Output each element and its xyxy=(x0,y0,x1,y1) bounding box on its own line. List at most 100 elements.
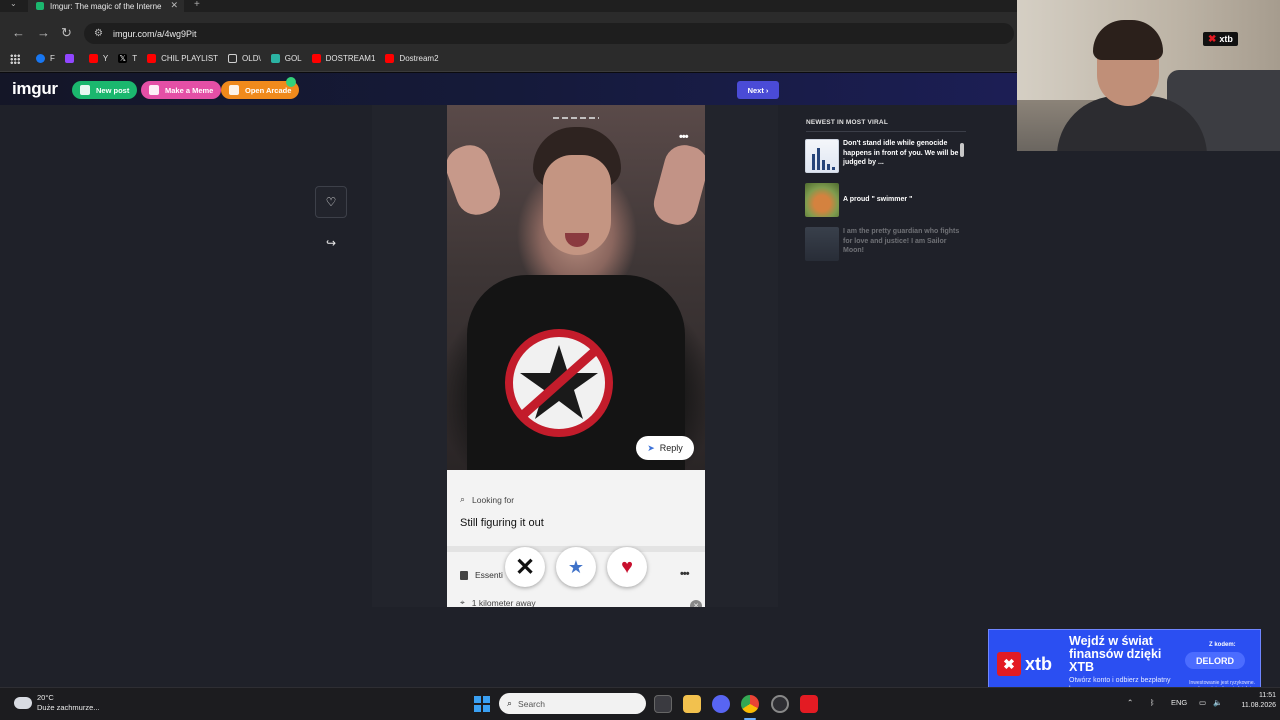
imgur-logo[interactable]: imgur xyxy=(12,79,58,99)
dismiss-icon[interactable]: ✕ xyxy=(690,600,702,607)
imgur-page: imgur New post Make a Meme Open Arcade N… xyxy=(0,73,1280,687)
next-label: Next xyxy=(747,85,764,95)
distance-label: ⌖ 1 kilometer away xyxy=(460,597,536,607)
bookmark-dostream2[interactable]: Dostream2 xyxy=(385,54,439,63)
profile-photo: ••• ➤ Reply xyxy=(447,105,705,475)
taskbar-search[interactable]: ⌕ Search xyxy=(499,693,646,714)
weather-condition: Duże zachmurze... xyxy=(37,703,100,712)
chevron-right-icon: › xyxy=(765,85,769,95)
x-logo-icon: 𝕏 xyxy=(118,54,128,63)
bookmark-youtube[interactable]: Y xyxy=(88,54,109,63)
bar-chart-icon xyxy=(812,148,835,170)
tab-title: Imgur: The magic of the Interne xyxy=(50,1,162,11)
tray-chevron-up-icon[interactable]: ⌃ xyxy=(1127,698,1133,707)
obs-icon[interactable] xyxy=(771,695,789,713)
system-clock[interactable]: 11:51 11.08.2026 xyxy=(1232,691,1276,711)
facebook-icon xyxy=(36,54,45,63)
bookmark-chil-playlist[interactable]: CHIL PLAYLIST xyxy=(147,54,218,63)
share-button[interactable]: ↪ xyxy=(315,227,347,259)
viral-post-title: A proud " swimmer " xyxy=(843,196,913,203)
location-pin-icon: ⌖ xyxy=(460,597,465,607)
essentials-more-icon[interactable]: ••• xyxy=(680,568,690,580)
weather-temperature: 20°C xyxy=(37,693,54,702)
viral-post-title: Don't stand idle while genocide happens … xyxy=(843,140,959,166)
new-post-label: New post xyxy=(96,85,130,95)
make-meme-button[interactable]: Make a Meme xyxy=(141,81,222,99)
viral-post-item[interactable]: A proud " swimmer " xyxy=(805,183,965,217)
task-view-icon[interactable] xyxy=(654,695,672,713)
essentials-label: Essenti xyxy=(460,570,503,580)
chrome-icon[interactable] xyxy=(741,695,759,713)
reload-icon[interactable]: ↻ xyxy=(61,26,72,39)
reply-button[interactable]: ➤ Reply xyxy=(636,436,694,460)
partly-cloudy-icon xyxy=(11,692,32,709)
language-indicator[interactable]: ENG xyxy=(1171,698,1187,707)
search-icon: ⌕ xyxy=(507,698,513,708)
bookmark-x[interactable]: 𝕏T xyxy=(118,54,137,63)
viral-post-thumbnail xyxy=(805,183,839,217)
gol-icon xyxy=(270,54,280,63)
ad-promo-code: DELORD xyxy=(1185,652,1245,669)
bookmark-label: Y xyxy=(102,54,109,63)
dislike-button[interactable]: ✕ xyxy=(505,547,545,587)
xtb-x-icon: ✖ xyxy=(997,652,1021,676)
taskbar-search-label: Search xyxy=(518,698,545,709)
favorite-heart-button[interactable]: ♡ xyxy=(315,186,347,218)
like-button[interactable]: ♥ xyxy=(607,547,647,587)
youtube-icon xyxy=(385,54,395,63)
back-arrow-icon[interactable]: ← xyxy=(12,26,25,39)
post-image[interactable]: ••• ➤ Reply ⌕ Looking for Still figuring i… xyxy=(447,105,705,607)
volume-icon[interactable]: 🔈 xyxy=(1213,698,1222,707)
tray-bluetooth-icon[interactable]: ᛒ xyxy=(1150,698,1155,707)
new-post-button[interactable]: New post xyxy=(72,81,138,99)
clock-time: 11:51 xyxy=(1259,692,1276,699)
new-tab-button[interactable]: + xyxy=(194,0,200,10)
network-icon[interactable]: ▭ xyxy=(1199,698,1206,707)
sidebar-scrollbar[interactable] xyxy=(960,143,964,157)
ad-headline: Wejdź w świat finansów dzięki XTB xyxy=(1069,634,1162,674)
shirt-emblem-icon xyxy=(505,329,613,437)
super-like-button[interactable]: ★ xyxy=(556,547,596,587)
search-icon: ⌕ xyxy=(460,494,466,504)
gamepad-icon xyxy=(229,85,239,95)
bookmark-twitch[interactable] xyxy=(64,54,79,63)
webcam-overlay: ✖ xtb xyxy=(1017,0,1280,151)
viral-post-item[interactable]: Don't stand idle while genocide happens … xyxy=(805,139,965,173)
discord-icon[interactable] xyxy=(712,695,730,713)
make-meme-label: Make a Meme xyxy=(165,85,214,95)
more-options-icon[interactable]: ••• xyxy=(679,131,689,143)
bookmark-label: GOL xyxy=(284,54,302,63)
viral-post-thumbnail xyxy=(805,139,839,173)
start-button[interactable] xyxy=(474,696,490,712)
bookmark-folder-old[interactable]: OLD\ xyxy=(228,54,261,63)
bookmark-gol[interactable]: GOL xyxy=(270,54,302,63)
viral-post-item[interactable]: I am the pretty guardian who fights for … xyxy=(805,227,965,261)
site-settings-icon[interactable]: ⚙ xyxy=(94,28,103,39)
tab-close-icon[interactable]: ✕ xyxy=(170,0,178,11)
apps-grid-icon[interactable] xyxy=(10,53,20,64)
arcade-badge xyxy=(286,77,296,87)
next-button[interactable]: Next › xyxy=(737,81,779,99)
browser-tab[interactable]: Imgur: The magic of the Interne ✕ xyxy=(28,0,184,12)
xtb-app-icon[interactable] xyxy=(800,695,818,713)
file-explorer-icon[interactable] xyxy=(683,695,701,713)
address-bar[interactable]: ⚙ imgur.com/a/4wg9Pit xyxy=(84,23,1014,44)
bookmark-dostream1[interactable]: DOSTREAM1 xyxy=(311,54,375,63)
youtube-icon xyxy=(88,54,98,63)
bookmark-label: CHIL PLAYLIST xyxy=(161,54,219,63)
imgur-favicon-icon xyxy=(36,2,44,10)
heart-outline-icon: ♡ xyxy=(325,195,337,209)
bookmark-facebook[interactable]: F xyxy=(36,54,55,63)
looking-for-text: Looking for xyxy=(472,494,515,505)
distance-text: 1 kilometer away xyxy=(471,597,536,608)
forward-arrow-icon[interactable]: → xyxy=(37,26,50,39)
looking-for-label: ⌕ Looking for xyxy=(460,494,514,505)
weather-widget[interactable]: 20°C Duże zachmurze... xyxy=(11,692,100,713)
hand-right xyxy=(649,140,705,230)
send-icon: ➤ xyxy=(647,442,655,453)
tab-search-icon[interactable]: ⌄ xyxy=(10,0,17,8)
screen: ⌄ Imgur: The magic of the Interne ✕ + ← … xyxy=(0,0,1280,720)
viral-heading: NEWEST IN MOST VIRAL xyxy=(806,119,888,126)
viral-post-title: I am the pretty guardian who fights for … xyxy=(843,228,960,254)
reply-label: Reply xyxy=(659,443,683,453)
